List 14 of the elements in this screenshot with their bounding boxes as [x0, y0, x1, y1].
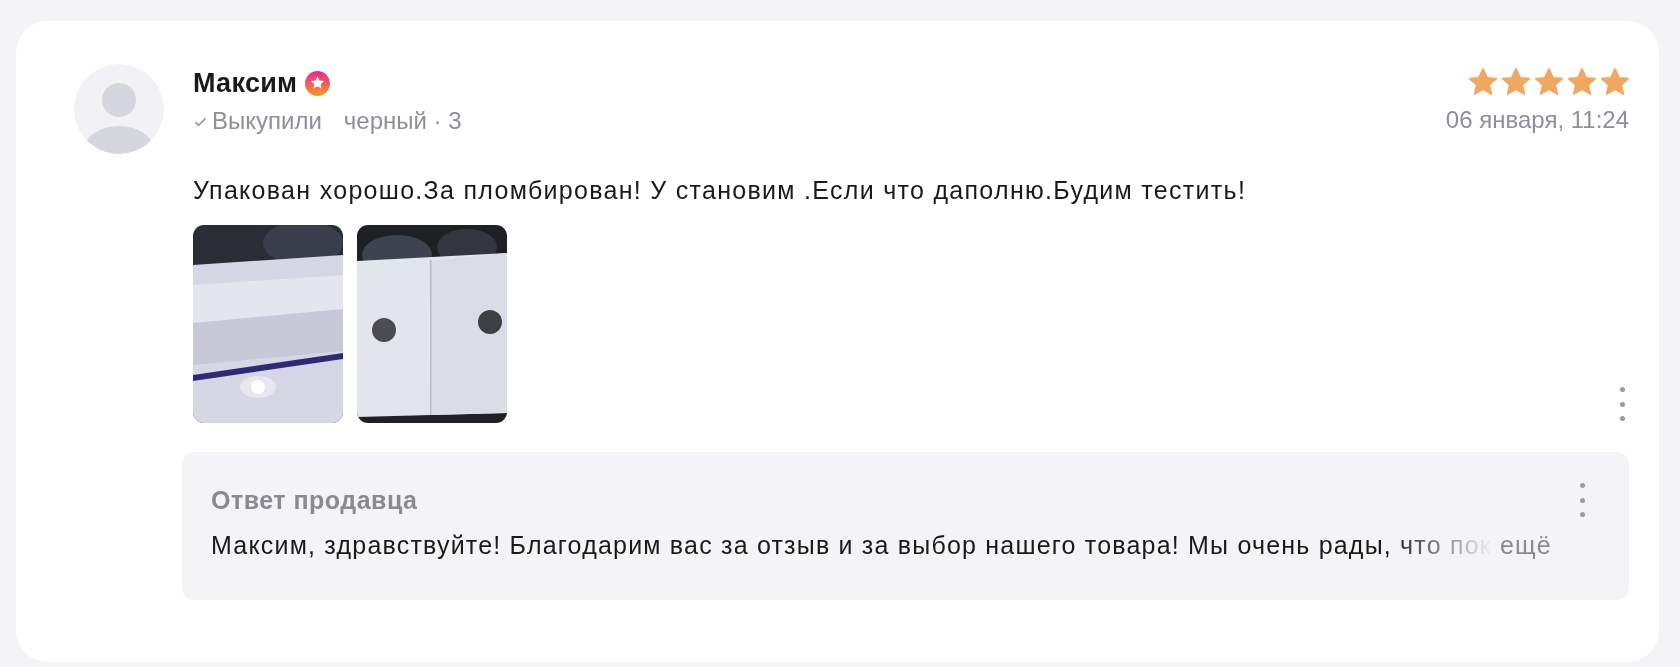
review-text: Упакован хорошо.За пломбирован! У становим .Если что даполню.Будим тестить! [193, 175, 1248, 206]
avatar-icon [74, 64, 164, 154]
reply-title: Ответ продавца [211, 485, 418, 516]
star-icon [1469, 68, 1497, 95]
author-name: Максим [193, 67, 298, 100]
star-badge-icon [305, 70, 331, 96]
review-date: 06 января, 11:24 [1445, 105, 1629, 135]
star-icon [1502, 68, 1530, 95]
star-icon [1535, 68, 1563, 95]
verified-label: Выкупили [212, 106, 322, 136]
star-icon [1601, 68, 1629, 95]
variant-label: черный · 3 [343, 106, 462, 136]
more-link[interactable]: ещё [1499, 529, 1552, 561]
star-icon [1568, 68, 1596, 95]
